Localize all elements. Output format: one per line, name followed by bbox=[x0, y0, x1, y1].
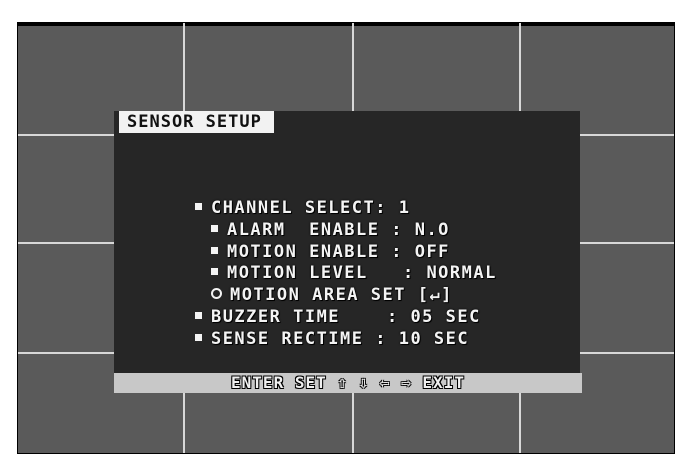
menu-title: SENSOR SETUP bbox=[119, 111, 274, 133]
menu-item-label: SENSE RECTIME : 10 SEC bbox=[210, 329, 470, 349]
menu-item-channel-select[interactable]: CHANNEL SELECT: 1 bbox=[148, 175, 410, 218]
menu-item-sense-rectime[interactable]: SENSE RECTIME : 10 SEC bbox=[148, 306, 469, 349]
menu-item-motion-area-set[interactable]: MOTION AREA SET [↵] bbox=[164, 262, 453, 305]
menu-item-motion-level[interactable]: MOTION LEVEL : NORMAL bbox=[164, 240, 497, 283]
menu-item-buzzer-time[interactable]: BUZZER TIME : 05 SEC bbox=[148, 284, 481, 327]
menu-item-motion-enable[interactable]: MOTION ENABLE : OFF bbox=[164, 219, 450, 262]
menu-item-alarm-enable[interactable]: ALARM ENABLE : N.O bbox=[164, 197, 450, 240]
bullet-icon bbox=[194, 333, 202, 341]
osd-screen: SENSOR SETUP CHANNEL SELECT: 1 ALARM ENA… bbox=[17, 22, 675, 454]
footer-help-bar: ENTER SET ⇧ ⇩ ⇦ ⇨ EXIT bbox=[114, 373, 582, 393]
